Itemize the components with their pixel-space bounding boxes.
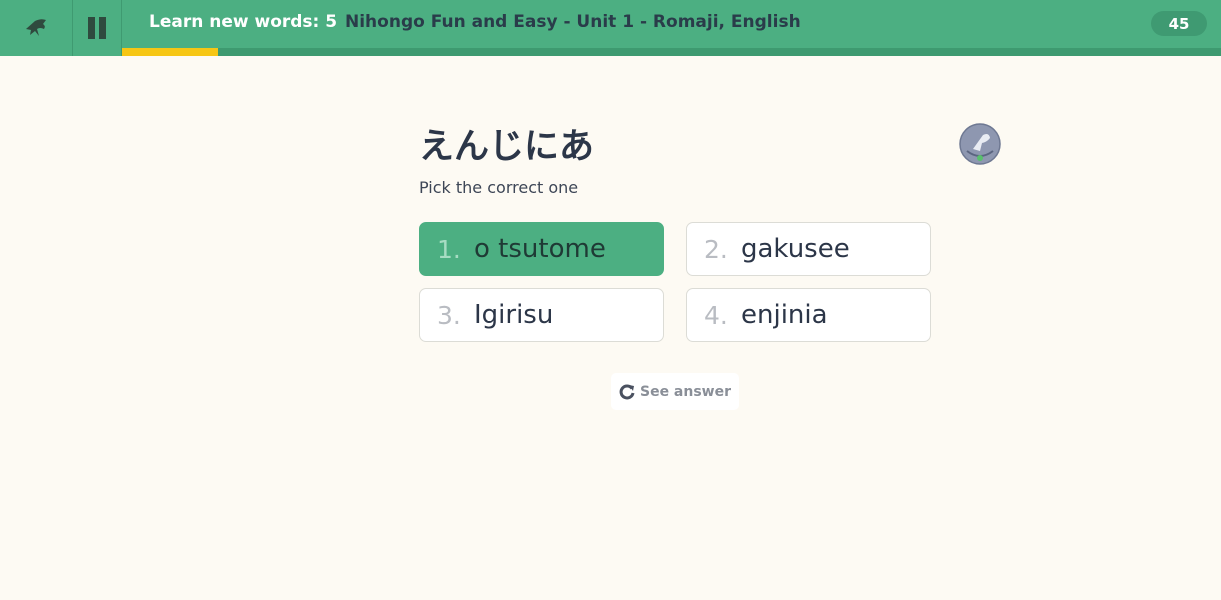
choice-label: gakusee (741, 234, 850, 264)
score-badge: 45 (1151, 11, 1207, 36)
session-title: Learn new words: 5 (149, 12, 338, 32)
choice-label: Igirisu (474, 300, 554, 330)
see-answer-button[interactable]: See answer (611, 373, 739, 410)
choice-option-1[interactable]: 1. o tsutome (419, 222, 664, 276)
pause-button[interactable] (73, 0, 122, 56)
choice-option-2[interactable]: 2. gakusee (686, 222, 931, 276)
course-title: Nihongo Fun and Easy - Unit 1 - Romaji, … (345, 12, 801, 32)
memrise-logo-icon (26, 19, 46, 36)
see-answer-label: See answer (639, 383, 732, 400)
choice-option-3[interactable]: 3. Igirisu (419, 288, 664, 342)
home-logo-button[interactable] (0, 0, 73, 56)
choice-label: enjinia (741, 300, 828, 330)
choice-number: 1. (437, 234, 461, 264)
pause-icon (88, 17, 106, 39)
choice-number: 3. (437, 300, 461, 330)
choice-option-4[interactable]: 4. enjinia (686, 288, 931, 342)
instruction-text: Pick the correct one (419, 178, 579, 197)
progress-bar (122, 48, 1221, 56)
choice-number: 2. (704, 234, 728, 264)
reveal-icon (619, 383, 635, 399)
top-bar: Learn new words: 5 Nihongo Fun and Easy … (0, 0, 1221, 56)
help-button[interactable] (959, 123, 1001, 165)
prompt-word: えんじにあ (419, 127, 595, 167)
choice-label: o tsutome (474, 234, 606, 264)
help-icon (959, 123, 1001, 165)
choice-number: 4. (704, 300, 728, 330)
progress-fill (122, 48, 218, 56)
